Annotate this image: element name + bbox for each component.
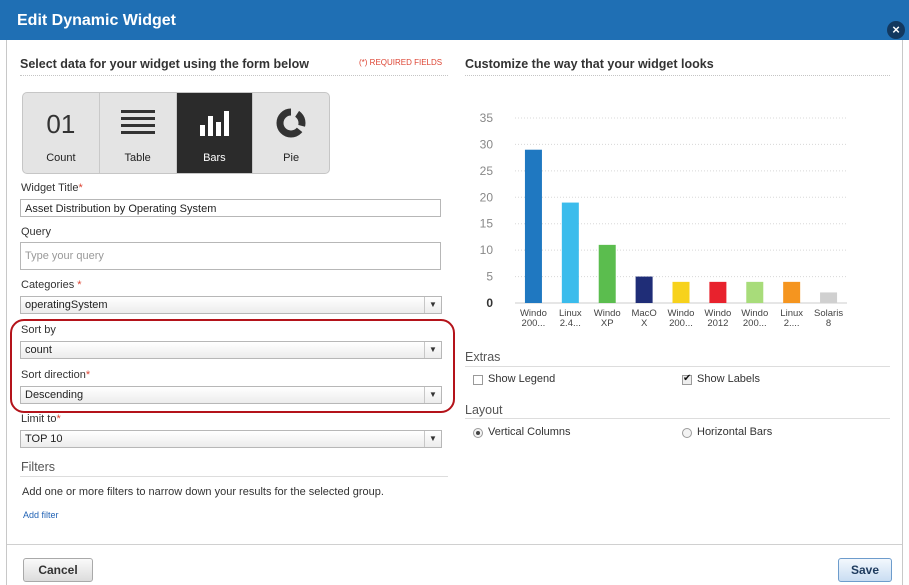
bar: [783, 281, 801, 303]
y-tick-label: 30: [480, 137, 494, 151]
categories-label: Categories *: [21, 279, 82, 291]
show-legend-label: Show Legend: [488, 373, 556, 385]
table-icon: [120, 110, 155, 134]
show-legend-checkbox[interactable]: [473, 375, 483, 385]
save-button[interactable]: Save: [838, 558, 892, 582]
x-tick-label: 2.4...: [560, 318, 581, 329]
x-tick-label: 2012: [707, 318, 728, 329]
show-labels-label: Show Labels: [697, 373, 760, 385]
left-section-heading: Select data for your widget using the fo…: [20, 57, 309, 71]
filters-heading: Filters: [21, 460, 56, 474]
x-tick-label: 2....: [784, 318, 800, 329]
categories-select[interactable]: operatingSystem ▼: [20, 296, 442, 314]
query-input[interactable]: Type your query: [20, 242, 441, 270]
limit-to-label: Limit to*: [21, 413, 61, 425]
viz-type-table-button[interactable]: Table: [100, 93, 177, 173]
x-tick-label: 8: [826, 318, 831, 329]
x-tick-label: 200...: [743, 318, 767, 329]
dialog-border-right: [902, 40, 903, 585]
pie-chart-icon: [276, 108, 307, 138]
horizontal-bars-label: Horizontal Bars: [697, 426, 773, 438]
y-tick-label: 20: [480, 190, 494, 204]
viz-type-label: Table: [124, 152, 151, 164]
dialog-titlebar: Edit Dynamic Widget: [0, 0, 909, 40]
required-star: *: [56, 413, 61, 425]
vertical-columns-label: Vertical Columns: [488, 426, 571, 438]
layout-divider: [465, 418, 890, 419]
x-tick-label: 200...: [669, 318, 693, 329]
x-tick-label: XP: [601, 318, 614, 329]
chart-preview: 0 5 10 15 20 25 30 35 Windo 200... Linux 2.4... Wind…: [465, 100, 855, 350]
show-labels-checkbox[interactable]: ✔: [682, 373, 692, 385]
bar: [635, 276, 653, 303]
viz-type-label: Bars: [203, 152, 226, 164]
viz-type-label: Count: [46, 152, 76, 164]
right-section-heading: Customize the way that your widget looks: [465, 57, 714, 71]
footer-divider: [7, 544, 902, 545]
viz-type-count-button[interactable]: 01 Count: [23, 93, 100, 173]
bar: [746, 281, 764, 303]
required-star: *: [77, 279, 82, 291]
y-tick-label: 5: [486, 270, 493, 284]
x-tick-label: X: [641, 318, 648, 329]
bar: [672, 281, 690, 303]
chevron-down-icon: ▼: [424, 297, 441, 313]
y-tick-label: 10: [480, 243, 494, 257]
categories-value: operatingSystem: [25, 299, 108, 311]
layout-heading: Layout: [465, 403, 503, 417]
query-label: Query: [21, 226, 51, 238]
close-icon[interactable]: ×: [887, 21, 905, 39]
filters-divider: [20, 476, 448, 477]
visualization-type-selector: 01 Count Table Bars Pie: [22, 92, 330, 174]
bar: [598, 244, 616, 303]
viz-type-bars-button[interactable]: Bars: [176, 93, 254, 173]
widget-title-label: Widget Title*: [21, 182, 83, 194]
checkmark-icon: ✔: [683, 373, 692, 384]
limit-to-select[interactable]: TOP 10 ▼: [20, 430, 442, 448]
required-fields-note: (*) REQUIRED FIELDS: [359, 58, 443, 67]
bar-chart-icon: [200, 111, 230, 136]
viz-type-label: Pie: [283, 152, 300, 164]
highlight-annotation: [10, 319, 455, 413]
bar: [561, 202, 579, 303]
extras-divider: [465, 366, 890, 367]
count-glyph: 01: [46, 109, 76, 139]
left-heading-divider: [20, 75, 448, 76]
x-tick-label: 200...: [522, 318, 546, 329]
required-star: *: [78, 182, 83, 194]
bar: [524, 149, 542, 303]
horizontal-bars-radio[interactable]: [682, 428, 692, 438]
right-heading-divider: [465, 75, 890, 76]
dialog-title: Edit Dynamic Widget: [17, 12, 176, 29]
limit-to-value: TOP 10: [25, 433, 63, 445]
widget-title-input[interactable]: Asset Distribution by Operating System: [20, 199, 441, 217]
y-tick-label: 25: [480, 164, 494, 178]
bar: [709, 281, 727, 303]
bar: [820, 292, 838, 303]
chevron-down-icon: ▼: [424, 431, 441, 447]
dialog-border-left: [6, 40, 7, 585]
filters-description: Add one or more filters to narrow down y…: [22, 486, 384, 498]
extras-heading: Extras: [465, 350, 501, 364]
y-tick-label: 35: [480, 111, 494, 125]
bar-chart: 05101520253035Windo200...Linux2.4...Wind…: [480, 111, 847, 329]
y-tick-label: 15: [480, 217, 494, 231]
y-tick-label: 0: [486, 296, 493, 310]
cancel-button[interactable]: Cancel: [23, 558, 93, 582]
add-filter-link[interactable]: Add filter: [23, 510, 59, 520]
viz-type-pie-button[interactable]: Pie: [253, 93, 329, 173]
vertical-columns-radio[interactable]: [473, 428, 483, 438]
